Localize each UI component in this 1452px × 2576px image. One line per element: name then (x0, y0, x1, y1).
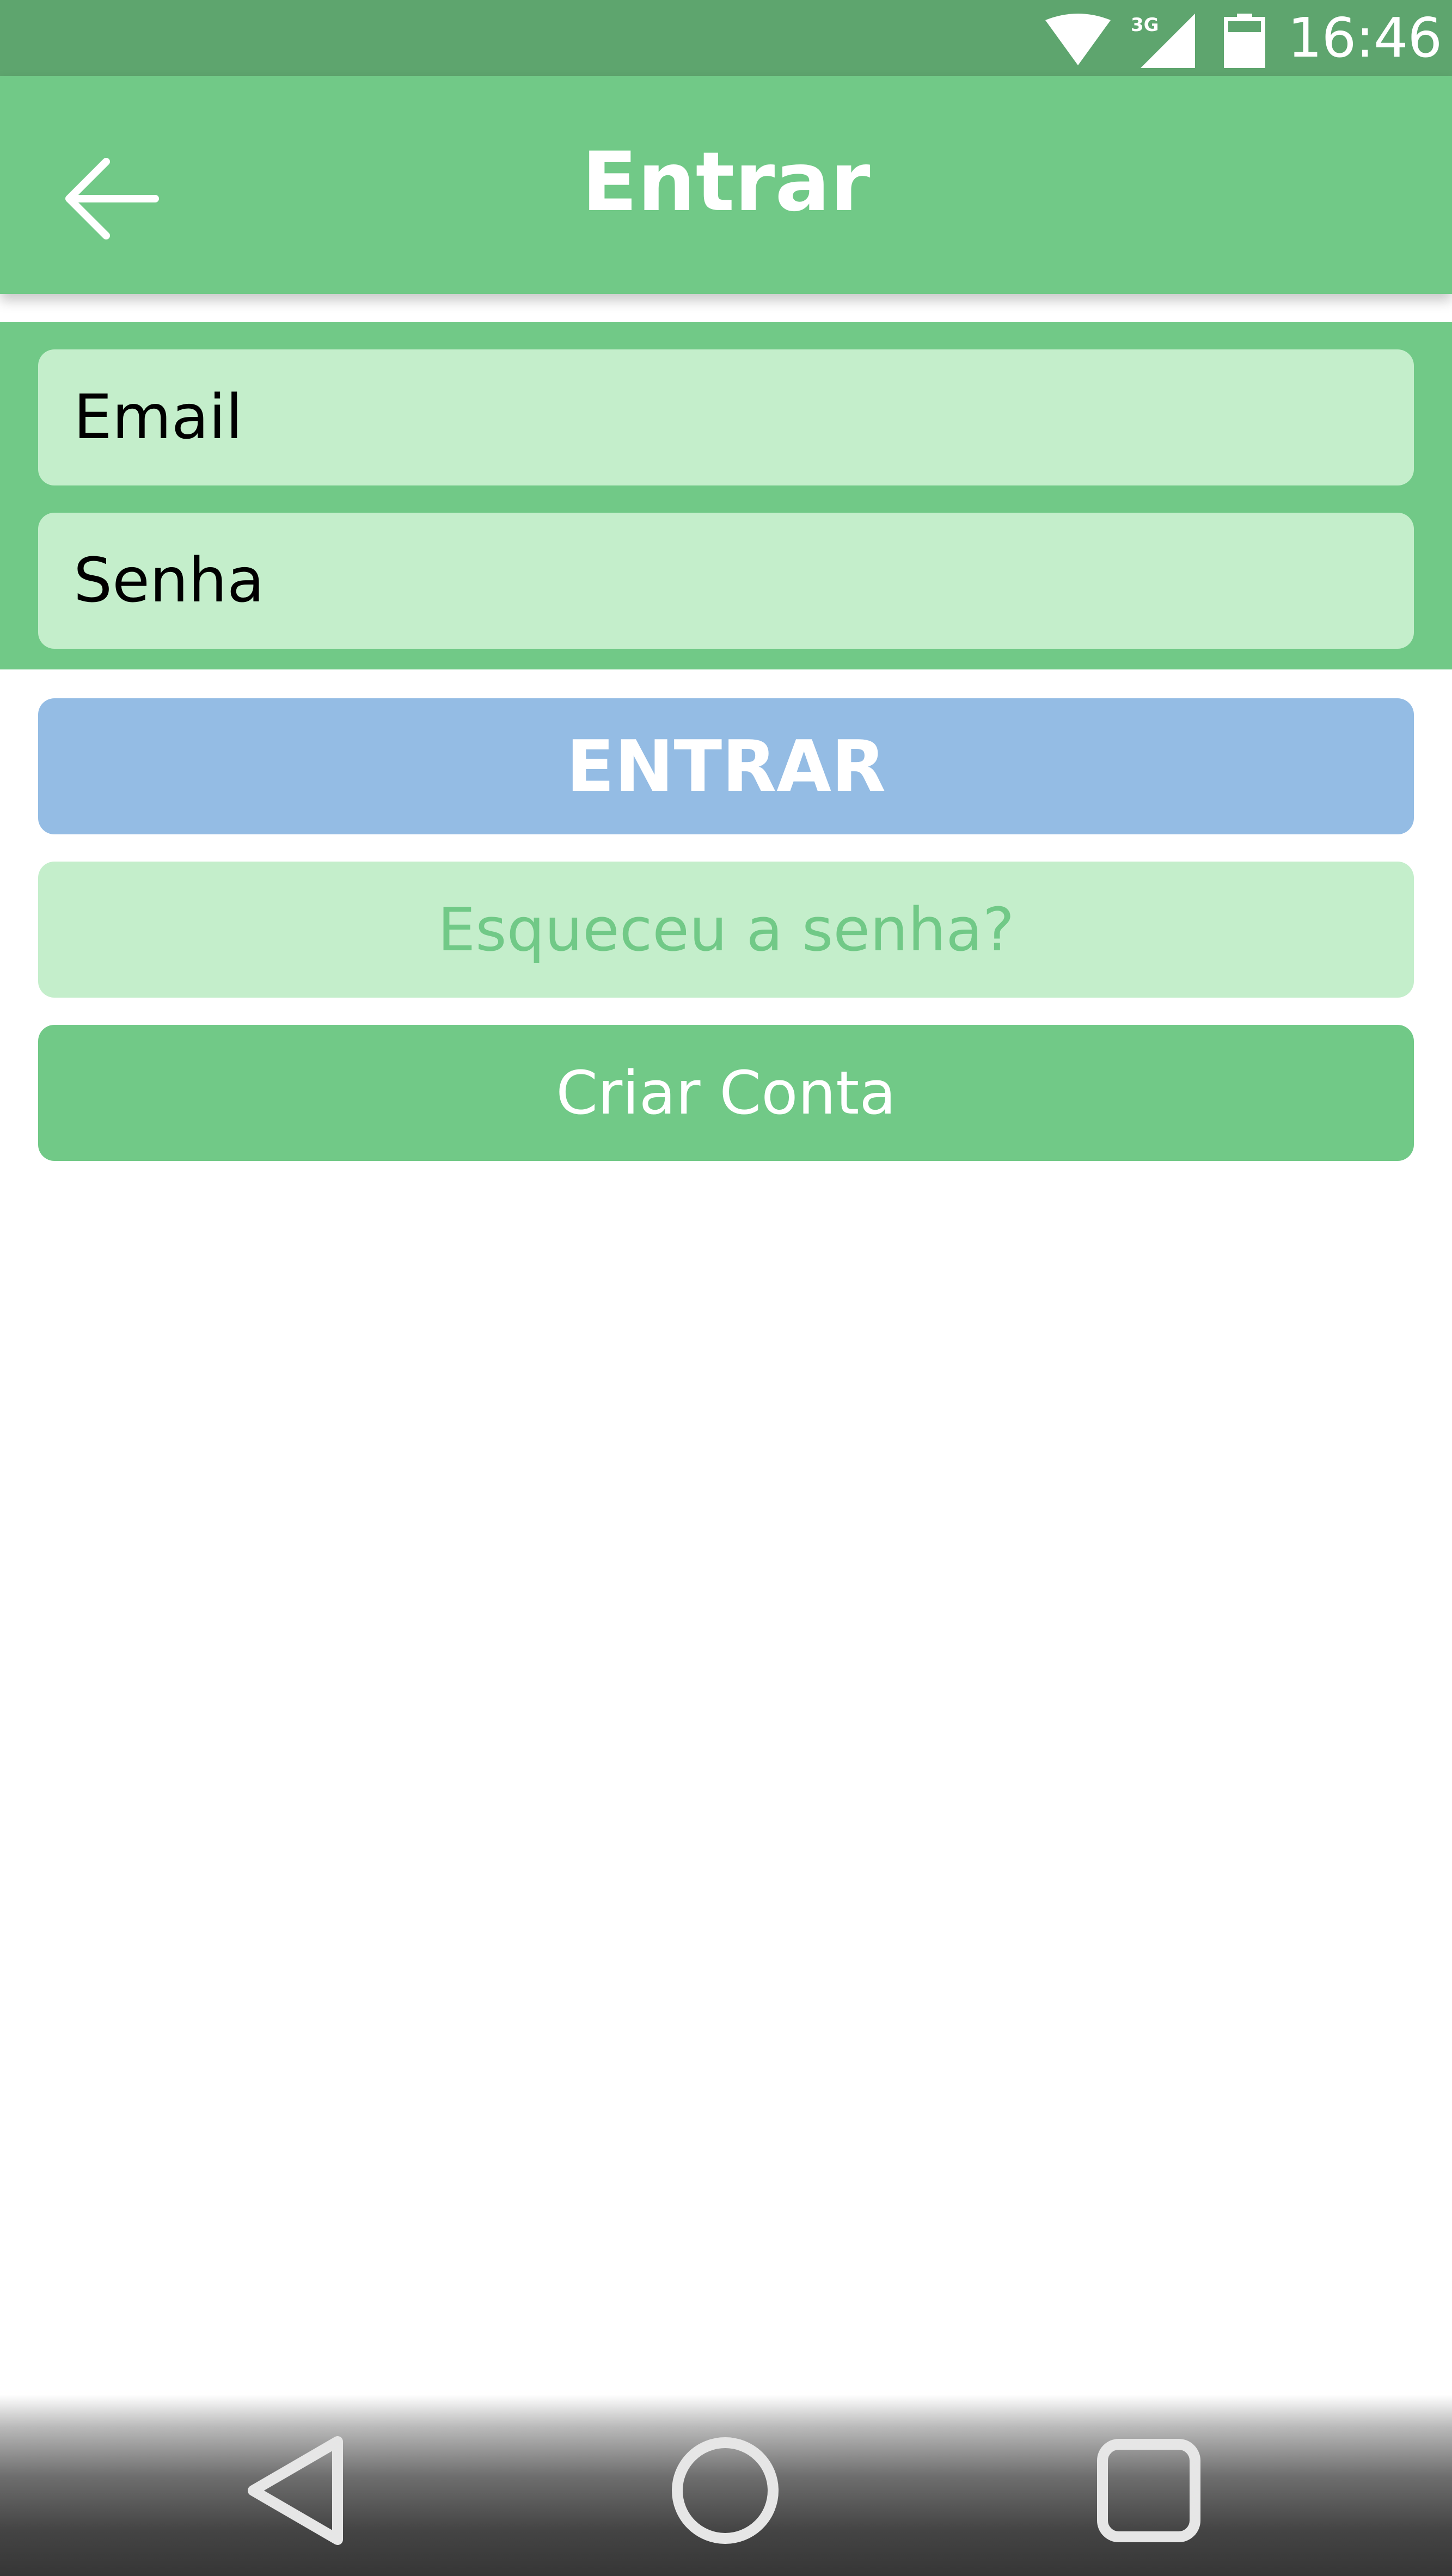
status-bar: 3G 16:46 (0, 0, 1452, 76)
app-bar: Entrar (0, 76, 1452, 294)
login-form (0, 322, 1452, 669)
create-account-button[interactable]: Criar Conta (38, 1025, 1414, 1161)
status-time: 16:46 (1288, 6, 1442, 70)
recents-square-icon[interactable] (1089, 2431, 1209, 2550)
battery-icon (1224, 14, 1265, 68)
wifi-icon (1045, 14, 1111, 65)
password-field[interactable] (38, 513, 1414, 649)
email-field-container (38, 349, 1414, 485)
back-triangle-icon[interactable] (237, 2431, 357, 2550)
navigation-bar (0, 2395, 1452, 2576)
login-button[interactable]: ENTRAR (38, 698, 1414, 834)
cell-signal-icon: 3G (1131, 14, 1195, 68)
network-type-label: 3G (1131, 14, 1159, 36)
password-field-container (38, 513, 1414, 649)
forgot-password-button[interactable]: Esqueceu a senha? (38, 862, 1414, 998)
home-circle-icon[interactable] (665, 2431, 785, 2550)
page-title: Entrar (581, 135, 871, 230)
email-field[interactable] (38, 349, 1414, 485)
